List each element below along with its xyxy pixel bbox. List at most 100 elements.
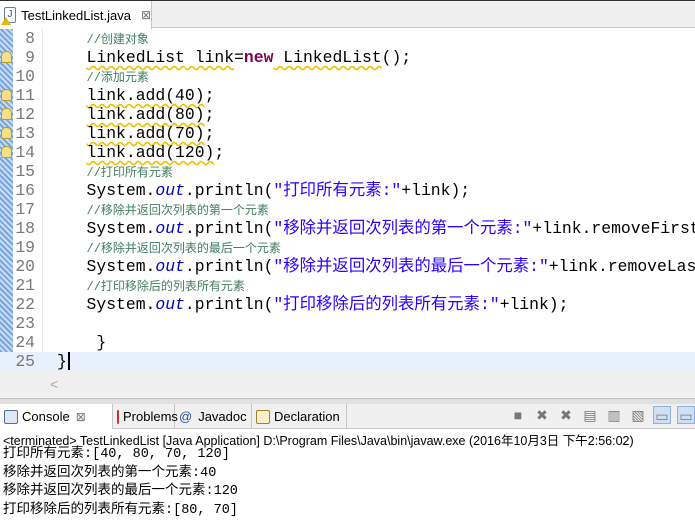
code-line[interactable]: 19 //移除并返回次列表的最后一个元素 bbox=[0, 238, 695, 257]
code-text: link.add(120); bbox=[57, 143, 225, 162]
code-token: } bbox=[96, 333, 107, 352]
show-console-on-error-icon[interactable]: ▭ bbox=[677, 406, 695, 424]
code-token: "打印所有元素:" bbox=[273, 181, 402, 200]
code-line[interactable]: 11 link.add(40); bbox=[0, 86, 695, 105]
editor-tab-testlinkedlist[interactable]: J TestLinkedList.java ⊠ bbox=[0, 1, 152, 29]
code-token: out bbox=[155, 257, 185, 276]
code-token: link.add(120) bbox=[86, 143, 215, 162]
console-output-line: 移除并返回次列表的第一个元素:40 bbox=[3, 465, 217, 481]
code-line[interactable]: 23 bbox=[0, 314, 695, 333]
code-text: //打印所有元素 bbox=[57, 162, 173, 183]
code-token: link.add(70) bbox=[86, 124, 205, 143]
code-line[interactable]: 13 link.add(70); bbox=[0, 124, 695, 143]
console-output-line: 打印所有元素:[40, 80, 70, 120] bbox=[3, 447, 230, 462]
console-tab-bar: Console ⊠ Problems @ Javadoc Declaration ■… bbox=[0, 404, 695, 429]
code-line[interactable]: 14 link.add(120); bbox=[0, 143, 695, 162]
editor-tab-bar: J TestLinkedList.java ⊠ bbox=[0, 0, 695, 29]
code-token: +link.removeLast()); bbox=[548, 257, 695, 276]
at-icon: @ bbox=[179, 409, 193, 424]
code-token: LinkedList bbox=[86, 48, 185, 67]
line-number: 21 bbox=[15, 276, 35, 295]
code-token: (); bbox=[381, 48, 412, 67]
line-number: 11 bbox=[15, 86, 35, 105]
warning-bulb-icon[interactable] bbox=[1, 89, 12, 101]
tab-javadoc[interactable]: @ Javadoc bbox=[175, 404, 252, 429]
code-text: link.add(40); bbox=[57, 86, 215, 105]
console-output-line: 移除并返回次列表的最后一个元素:120 bbox=[3, 484, 238, 499]
tab-console[interactable]: Console ⊠ bbox=[0, 404, 113, 429]
code-token: new bbox=[243, 48, 274, 67]
code-token: ; bbox=[204, 86, 215, 105]
code-text: link.add(80); bbox=[57, 105, 215, 124]
horizontal-scrollbar[interactable]: < bbox=[0, 370, 695, 398]
code-text: //创建对象 bbox=[57, 29, 149, 50]
code-token: System. bbox=[86, 295, 156, 314]
terminate-icon[interactable]: ■ bbox=[509, 406, 527, 424]
code-token: out bbox=[155, 181, 185, 200]
close-tab-icon[interactable]: ⊠ bbox=[141, 8, 151, 22]
code-line[interactable]: 12 link.add(80); bbox=[0, 105, 695, 124]
problems-icon bbox=[117, 409, 119, 424]
code-token: .println( bbox=[184, 181, 274, 200]
code-line[interactable]: 8 //创建对象 bbox=[0, 29, 695, 48]
code-text: //打印移除后的列表所有元素 bbox=[57, 276, 245, 297]
remove-launch-icon[interactable]: ✖ bbox=[533, 406, 551, 424]
code-token: "打印移除后的列表所有元素:" bbox=[273, 295, 500, 314]
line-number: 20 bbox=[15, 257, 35, 276]
code-token: System. bbox=[86, 219, 156, 238]
tab-declaration[interactable]: Declaration bbox=[252, 404, 347, 429]
code-line[interactable]: 18 System.out.println("移除并返回次列表的第一个元素:"+… bbox=[0, 219, 695, 238]
code-token: +link); bbox=[401, 181, 471, 200]
java-file-warning-icon: J bbox=[0, 7, 17, 25]
show-console-on-output-icon[interactable]: ▭ bbox=[653, 406, 671, 424]
code-line[interactable]: 21 //打印移除后的列表所有元素 bbox=[0, 276, 695, 295]
code-token: link bbox=[184, 48, 235, 67]
code-token: link.add(80) bbox=[86, 105, 205, 124]
line-number: 18 bbox=[15, 219, 35, 238]
code-token: out bbox=[155, 295, 185, 314]
console-output-line: 打印移除后的列表所有元素:[80, 70] bbox=[3, 502, 238, 518]
line-number: 10 bbox=[15, 67, 35, 86]
code-line[interactable]: 10 //添加元素 bbox=[0, 67, 695, 86]
tab-label: Javadoc bbox=[198, 409, 247, 424]
code-token: } bbox=[57, 352, 67, 370]
console-toolbar: ■ ✖ ✖ ▤ ▥ ▧ ▭ ▭ bbox=[509, 406, 695, 424]
clear-console-icon[interactable]: ▤ bbox=[581, 406, 599, 424]
code-text: System.out.println("移除并返回次列表的最后一个元素:"+li… bbox=[57, 257, 695, 276]
code-line[interactable]: 17 //移除并返回次列表的第一个元素 bbox=[0, 200, 695, 219]
code-line[interactable]: 25} bbox=[0, 352, 695, 370]
tab-problems[interactable]: Problems bbox=[113, 404, 178, 429]
code-line[interactable]: 9 LinkedList link=new LinkedList(); bbox=[0, 48, 695, 67]
warning-bulb-icon[interactable] bbox=[1, 108, 12, 120]
code-text: //移除并返回次列表的第一个元素 bbox=[57, 200, 269, 221]
code-line[interactable]: 24 } bbox=[0, 333, 695, 352]
code-line[interactable]: 15 //打印所有元素 bbox=[0, 162, 695, 181]
code-token: +link.removeFirst()); bbox=[532, 219, 695, 238]
warning-bulb-icon[interactable] bbox=[1, 146, 12, 158]
code-token: System. bbox=[86, 181, 156, 200]
line-number: 25 bbox=[15, 352, 35, 370]
word-wrap-icon[interactable]: ▧ bbox=[629, 406, 647, 424]
line-number: 13 bbox=[15, 124, 35, 143]
code-token: LinkedList bbox=[273, 48, 382, 67]
code-token: //移除并返回次列表的第一个元素 bbox=[86, 204, 269, 218]
warning-bulb-icon[interactable] bbox=[1, 51, 12, 63]
line-number: 23 bbox=[15, 314, 35, 333]
code-text: System.out.println("打印移除后的列表所有元素:"+link)… bbox=[57, 295, 569, 314]
code-token: link.add(40) bbox=[86, 86, 205, 105]
line-number: 8 bbox=[25, 29, 35, 48]
code-line[interactable]: 20 System.out.println("移除并返回次列表的最后一个元素:"… bbox=[0, 257, 695, 276]
scroll-lock-icon[interactable]: ▥ bbox=[605, 406, 623, 424]
code-editor[interactable]: 8 //创建对象 9 LinkedList link=new LinkedList… bbox=[0, 29, 695, 370]
line-number: 24 bbox=[15, 333, 35, 352]
code-line[interactable]: 22 System.out.println("打印移除后的列表所有元素:"+li… bbox=[0, 295, 695, 314]
code-token: .println( bbox=[184, 295, 274, 314]
code-text: //添加元素 bbox=[57, 67, 149, 88]
close-console-icon[interactable]: ⊠ bbox=[76, 410, 86, 424]
scroll-left-icon[interactable]: < bbox=[50, 376, 58, 392]
warning-bulb-icon[interactable] bbox=[1, 127, 12, 139]
code-line[interactable]: 16 System.out.println("打印所有元素:"+link); bbox=[0, 181, 695, 200]
code-token: System. bbox=[86, 257, 156, 276]
remove-all-icon[interactable]: ✖ bbox=[557, 406, 575, 424]
